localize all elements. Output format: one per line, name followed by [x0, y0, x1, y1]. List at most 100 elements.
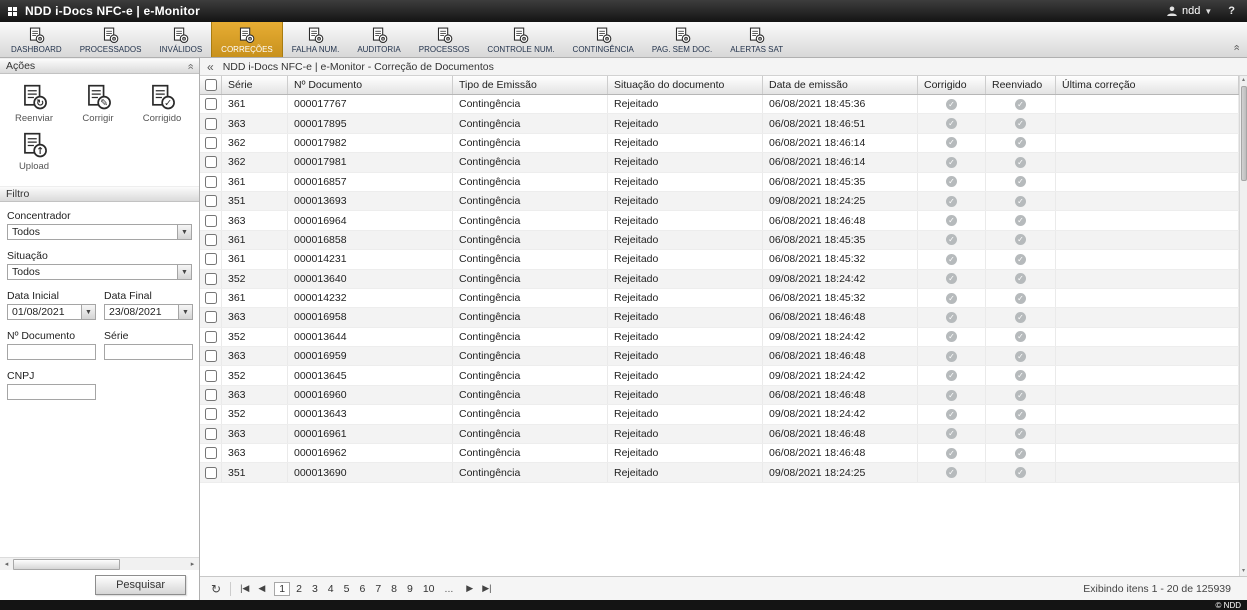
select-all-checkbox[interactable]	[205, 79, 217, 91]
table-row[interactable]: 362000017981ContingênciaRejeitado06/08/2…	[200, 153, 1239, 172]
row-checkbox[interactable]	[205, 176, 217, 188]
user-menu[interactable]: ndd ▼	[1166, 5, 1212, 17]
row-checkbox[interactable]	[205, 292, 217, 304]
action-corrigido[interactable]: ✓Corrigido	[130, 80, 194, 128]
row-checkbox[interactable]	[205, 195, 217, 207]
vscroll-down-icon[interactable]: ▾	[1242, 567, 1245, 576]
row-checkbox[interactable]	[205, 273, 217, 285]
tab-controle-num[interactable]: CONTROLE NUM.	[478, 22, 563, 57]
row-checkbox[interactable]	[205, 389, 217, 401]
vscroll-up-icon[interactable]: ▴	[1242, 76, 1245, 85]
row-checkbox[interactable]	[205, 428, 217, 440]
page-6[interactable]: 6	[355, 582, 369, 596]
cnpj-input[interactable]	[7, 384, 96, 400]
column-header-reenviado[interactable]: Reenviado	[986, 76, 1056, 94]
row-checkbox[interactable]	[205, 311, 217, 323]
collapse-sidebar-icon[interactable]: «	[207, 61, 214, 73]
table-vertical-scrollbar[interactable]: ▴ ▾	[1239, 76, 1247, 576]
table-row[interactable]: 352000013645ContingênciaRejeitado09/08/2…	[200, 366, 1239, 385]
table-row[interactable]: 351000013690ContingênciaRejeitado09/08/2…	[200, 463, 1239, 482]
concentrador-select[interactable]: Todos ▼	[7, 224, 192, 240]
action-reenviar[interactable]: ↻Reenviar	[2, 80, 66, 128]
prev-page-icon[interactable]: ◀	[255, 581, 268, 596]
table-row[interactable]: 363000016964ContingênciaRejeitado06/08/2…	[200, 211, 1239, 230]
row-checkbox[interactable]	[205, 447, 217, 459]
hscroll-thumb[interactable]	[13, 559, 120, 570]
row-checkbox[interactable]	[205, 156, 217, 168]
collapse-actions-icon[interactable]: «	[184, 63, 195, 69]
row-checkbox[interactable]	[205, 408, 217, 420]
last-page-icon[interactable]: ▶|	[479, 581, 494, 596]
table-row[interactable]: 362000017982ContingênciaRejeitado06/08/2…	[200, 134, 1239, 153]
vscroll-thumb[interactable]	[1241, 86, 1247, 181]
table-row[interactable]: 363000016962ContingênciaRejeitado06/08/2…	[200, 444, 1239, 463]
row-checkbox[interactable]	[205, 118, 217, 130]
row-checkbox[interactable]	[205, 331, 217, 343]
table-row[interactable]: 363000016959ContingênciaRejeitado06/08/2…	[200, 347, 1239, 366]
row-checkbox[interactable]	[205, 215, 217, 227]
refresh-icon[interactable]: ↻	[208, 582, 224, 596]
serie-input[interactable]	[104, 344, 193, 360]
page-2[interactable]: 2	[292, 582, 306, 596]
data-inicial-picker[interactable]: 01/08/2021 ▼	[7, 304, 96, 320]
search-button[interactable]: Pesquisar	[95, 575, 186, 595]
row-checkbox[interactable]	[205, 350, 217, 362]
table-row[interactable]: 352000013640ContingênciaRejeitado09/08/2…	[200, 270, 1239, 289]
tab-alertas-sat[interactable]: ALERTAS SAT	[721, 22, 792, 57]
column-header-n-documento[interactable]: Nº Documento	[288, 76, 453, 94]
collapse-toolbar-icon[interactable]: «	[1230, 44, 1241, 50]
table-row[interactable]: 363000016958ContingênciaRejeitado06/08/2…	[200, 308, 1239, 327]
table-row[interactable]: 361000014231ContingênciaRejeitado06/08/2…	[200, 250, 1239, 269]
sidebar-horizontal-scrollbar[interactable]: ◂ ▸	[0, 557, 199, 570]
action-corrigir[interactable]: ✎Corrigir	[66, 80, 130, 128]
table-row[interactable]: 363000016961ContingênciaRejeitado06/08/2…	[200, 425, 1239, 444]
page-10[interactable]: 10	[419, 582, 439, 596]
row-checkbox[interactable]	[205, 234, 217, 246]
table-row[interactable]: 361000016858ContingênciaRejeitado06/08/2…	[200, 231, 1239, 250]
column-header-serie[interactable]: Série	[222, 76, 288, 94]
table-row[interactable]: 361000014232ContingênciaRejeitado06/08/2…	[200, 289, 1239, 308]
tab-falha-num[interactable]: FALHA NUM.	[283, 22, 349, 57]
page-4[interactable]: 4	[324, 582, 338, 596]
column-header-data-de-emissao[interactable]: Data de emissão	[763, 76, 918, 94]
column-header-situacao-do-documento[interactable]: Situação do documento	[608, 76, 763, 94]
row-checkbox[interactable]	[205, 467, 217, 479]
page-3[interactable]: 3	[308, 582, 322, 596]
table-row[interactable]: 363000017895ContingênciaRejeitado06/08/2…	[200, 114, 1239, 133]
table-row[interactable]: 352000013644ContingênciaRejeitado09/08/2…	[200, 328, 1239, 347]
row-checkbox[interactable]	[205, 137, 217, 149]
tab-processados[interactable]: PROCESSADOS	[71, 22, 151, 57]
table-row[interactable]: 351000013693ContingênciaRejeitado09/08/2…	[200, 192, 1239, 211]
table-row[interactable]: 361000016857ContingênciaRejeitado06/08/2…	[200, 173, 1239, 192]
page-9[interactable]: 9	[403, 582, 417, 596]
page-8[interactable]: 8	[387, 582, 401, 596]
table-row[interactable]: 361000017767ContingênciaRejeitado06/08/2…	[200, 95, 1239, 114]
tab-dashboard[interactable]: DASHBOARD	[2, 22, 71, 57]
hscroll-right-icon[interactable]: ▸	[186, 560, 199, 568]
page-1[interactable]: 1	[274, 582, 290, 596]
first-page-icon[interactable]: |◀	[237, 581, 252, 596]
page-5[interactable]: 5	[340, 582, 354, 596]
tab-auditoria[interactable]: AUDITORIA	[348, 22, 409, 57]
column-header-ultima-correcao[interactable]: Última correção	[1056, 76, 1239, 94]
hscroll-left-icon[interactable]: ◂	[0, 560, 13, 568]
apps-grid-icon[interactable]	[8, 7, 17, 16]
data-final-picker[interactable]: 23/08/2021 ▼	[104, 304, 193, 320]
tab-pag-sem-doc[interactable]: PAG. SEM DOC.	[643, 22, 721, 57]
column-header-tipo-de-emissao[interactable]: Tipo de Emissão	[453, 76, 608, 94]
action-upload[interactable]: ↑Upload	[2, 128, 66, 176]
row-checkbox[interactable]	[205, 370, 217, 382]
num-documento-input[interactable]	[7, 344, 96, 360]
table-row[interactable]: 363000016960ContingênciaRejeitado06/08/2…	[200, 386, 1239, 405]
column-header-corrigido[interactable]: Corrigido	[918, 76, 986, 94]
page-7[interactable]: 7	[371, 582, 385, 596]
table-row[interactable]: 352000013643ContingênciaRejeitado09/08/2…	[200, 405, 1239, 424]
situacao-select[interactable]: Todos ▼	[7, 264, 192, 280]
row-checkbox[interactable]	[205, 253, 217, 265]
tab-processos[interactable]: PROCESSOS	[410, 22, 479, 57]
tab-invalidos[interactable]: INVÁLIDOS	[150, 22, 211, 57]
tab-correcoes[interactable]: CORREÇÕES	[211, 22, 283, 57]
row-checkbox[interactable]	[205, 98, 217, 110]
help-button[interactable]: ?	[1228, 5, 1235, 17]
next-page-icon[interactable]: ▶	[463, 581, 476, 596]
